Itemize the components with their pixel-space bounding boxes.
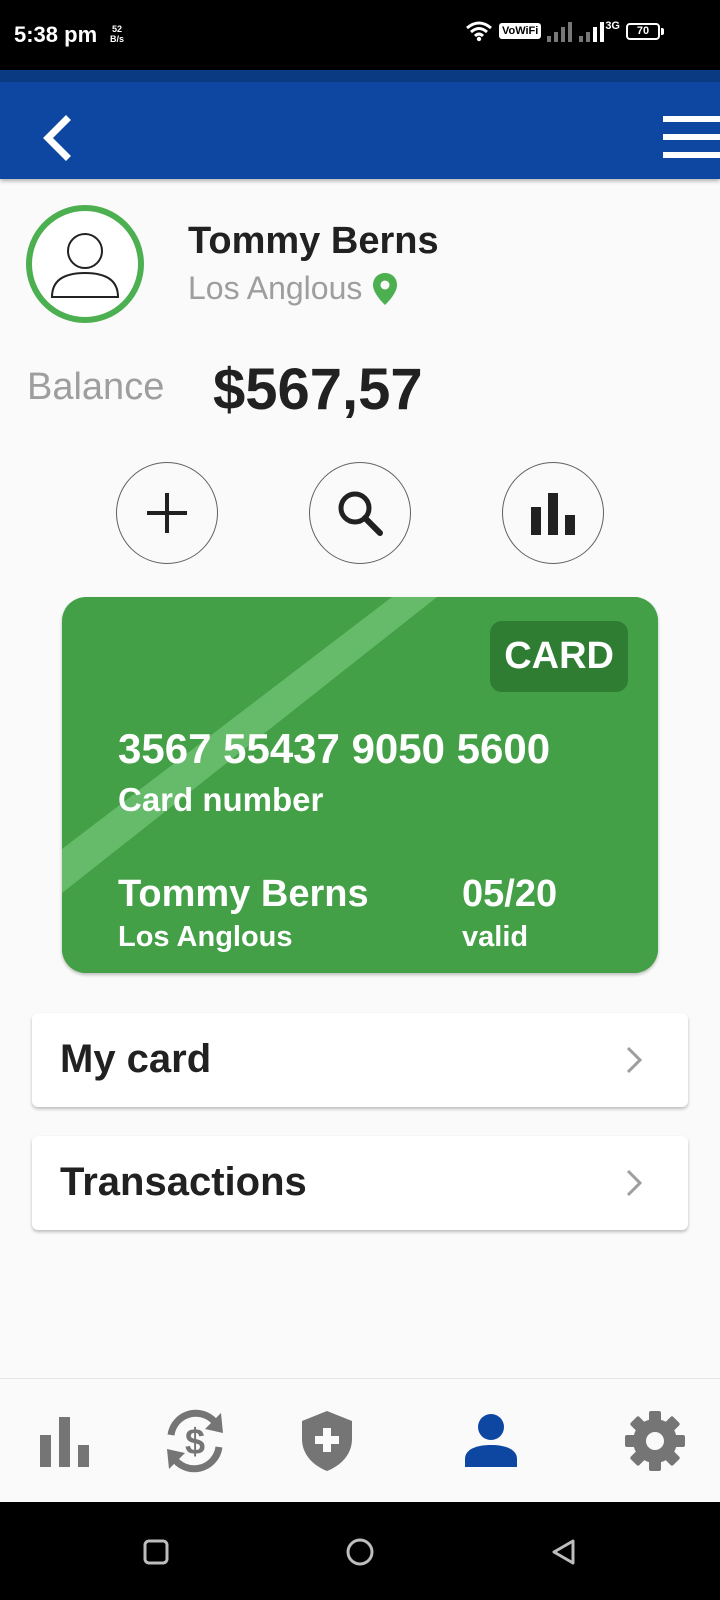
square-icon (143, 1539, 169, 1565)
card-holder-name: Tommy Berns (118, 873, 369, 915)
list-item-label: My card (60, 1037, 212, 1081)
app-bar (0, 70, 720, 179)
recents-button[interactable] (136, 1532, 176, 1572)
transactions-item[interactable]: Transactions (32, 1136, 688, 1230)
card-holder-city: Los Anglous (118, 921, 293, 953)
svg-text:$: $ (185, 1421, 205, 1462)
map-pin-icon (373, 272, 398, 305)
battery-tip (661, 27, 664, 35)
bottom-navigation: $ (0, 1378, 720, 1502)
network-speed-value: 52 (112, 24, 123, 34)
status-bar: 5:38 pm 52 B/s VoWiFi 3G 70 (0, 0, 720, 70)
add-button[interactable] (116, 462, 218, 564)
network-speed-unit: B/s (110, 34, 125, 44)
status-icons: VoWiFi 3G 70 (465, 20, 664, 42)
signal-icon (547, 22, 573, 42)
network-speed: 52 B/s (110, 24, 124, 44)
plus-icon (147, 493, 187, 533)
menu-button[interactable] (660, 116, 720, 162)
nav-item-profile[interactable] (446, 1399, 536, 1483)
app-bar-shade (0, 70, 720, 82)
home-button[interactable] (340, 1532, 380, 1572)
search-button[interactable] (309, 462, 411, 564)
person-icon (465, 1414, 517, 1467)
nav-item-stats[interactable] (20, 1399, 110, 1483)
menu-line (663, 152, 720, 158)
chevron-left-icon (43, 115, 71, 161)
signal-icon-secondary (579, 22, 605, 42)
search-icon (338, 491, 383, 536)
chevron-right-icon (626, 1046, 643, 1074)
menu-line (663, 116, 720, 122)
nav-item-settings[interactable] (610, 1399, 700, 1483)
avatar[interactable] (26, 205, 144, 323)
wifi-icon (465, 21, 492, 42)
back-button[interactable] (32, 108, 80, 168)
circle-icon (346, 1538, 374, 1566)
currency-exchange-icon: $ (167, 1409, 223, 1473)
user-location: Los Anglous (188, 270, 398, 307)
person-outline-icon (50, 233, 120, 298)
shield-plus-icon (302, 1411, 352, 1471)
my-card-item[interactable]: My card (32, 1013, 688, 1107)
app-screen: Tommy Berns Los Anglous Balance $567,57 (0, 70, 720, 1502)
menu-line (663, 134, 720, 140)
user-name: Tommy Berns (188, 220, 439, 262)
stats-button[interactable] (502, 462, 604, 564)
system-navigation-bar (0, 1502, 720, 1600)
credit-card[interactable]: CARD 3567 55437 9050 5600 Card number To… (62, 597, 658, 973)
balance-label: Balance (27, 366, 165, 408)
gear-icon (625, 1411, 685, 1471)
back-nav-button[interactable] (544, 1532, 584, 1572)
card-expiry-label: valid (462, 921, 529, 953)
chevron-right-icon (626, 1169, 643, 1197)
bar-chart-icon (40, 1417, 89, 1467)
card-expiry: 05/20 (462, 873, 558, 915)
status-time: 5:38 pm (14, 22, 98, 47)
network-type: 3G (605, 20, 620, 32)
list-item-label: Transactions (60, 1160, 307, 1204)
battery-icon: 70 (626, 22, 664, 40)
card-number-label: Card number (118, 781, 324, 818)
bar-chart-icon (531, 493, 575, 535)
triangle-back-icon (552, 1539, 575, 1565)
battery-level: 70 (626, 22, 660, 40)
card-number: 3567 55437 9050 5600 (118, 725, 551, 772)
location-text: Los Anglous (188, 270, 363, 306)
nav-item-security[interactable] (282, 1399, 372, 1483)
balance-value: $567,57 (213, 357, 423, 422)
card-badge: CARD (490, 621, 628, 692)
vowifi-label: VoWiFi (498, 23, 542, 39)
nav-item-exchange[interactable]: $ (150, 1399, 240, 1483)
